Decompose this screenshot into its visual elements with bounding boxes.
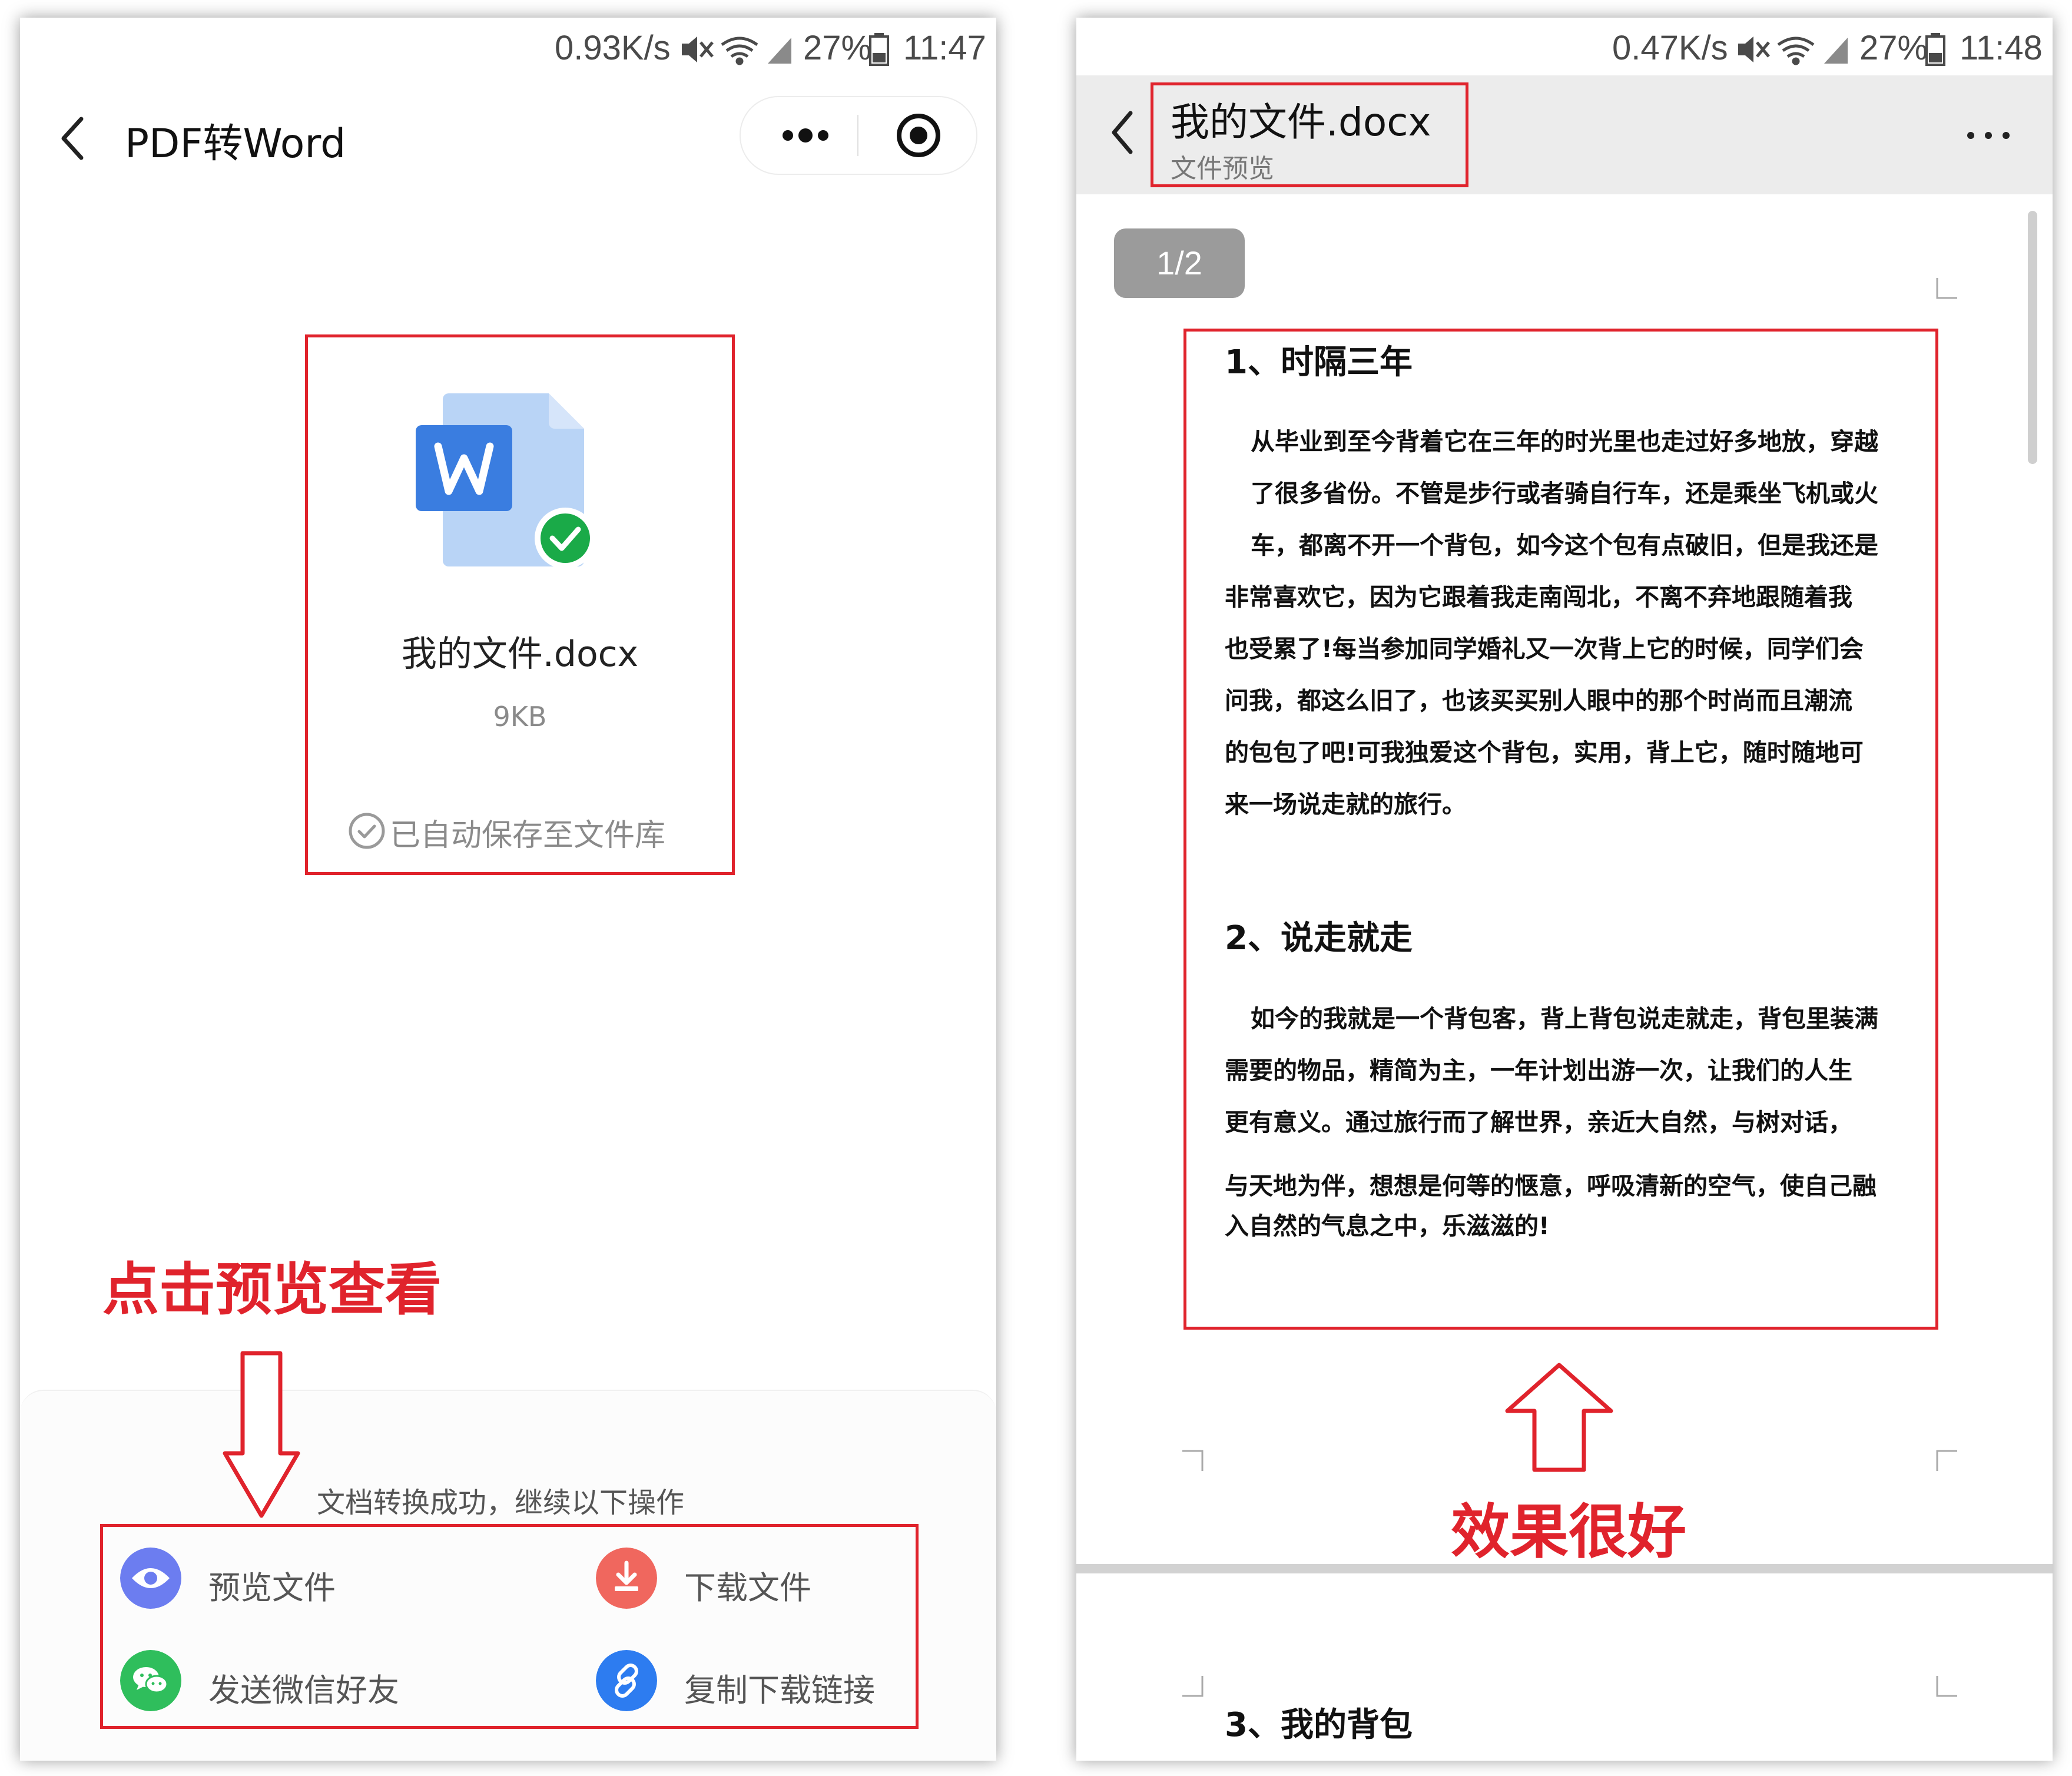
file-name: 我的文件.docx [401, 634, 639, 675]
network-speed: 0.47K/s [1612, 29, 1728, 67]
network-speed: 0.93K/s [555, 29, 671, 67]
page-break [1076, 1564, 2053, 1573]
paragraph-line: 也受累了!每当参加同学婚礼又一次背上它的时候，同学们会 [1225, 635, 1864, 663]
close-target-icon[interactable] [895, 112, 942, 159]
paragraph-line: 入自然的气息之中，乐滋滋的! [1225, 1212, 1550, 1240]
preview-file-label: 预览文件 [208, 1569, 336, 1606]
section-heading: 2、说走就走 [1225, 919, 1413, 957]
more-options-icon[interactable] [1962, 124, 2015, 147]
title-highlight [1151, 82, 1468, 187]
paragraph-line: 的包包了吧!可我独爱这个背包，实用，背上它，随时随地可 [1225, 738, 1864, 767]
clock: 11:48 [1960, 29, 2043, 67]
copy-link-button[interactable]: 复制下载链接 [596, 1650, 902, 1715]
check-badge-icon [535, 508, 596, 569]
download-icon [596, 1548, 657, 1609]
paragraph-line: 了很多省份。不管是步行或者骑自行车，还是乘坐飞机或火 [1251, 479, 1878, 508]
signal-icons [1738, 37, 1848, 65]
back-arrow-icon[interactable] [55, 112, 91, 165]
battery-percent: 27% [803, 29, 872, 67]
scrollbar-thumb[interactable] [2028, 211, 2037, 464]
copy-link-label: 复制下载链接 [684, 1672, 875, 1709]
page-corner-mark [1936, 1450, 1957, 1471]
left-phone-screen: 0.93K/s 27% 11:47 PDF转Word 我的文件.docx 9KB… [20, 18, 996, 1761]
paragraph-line: 车，都离不开一个背包，如今这个包有点破旧，但是我还是 [1251, 531, 1878, 559]
download-file-label: 下载文件 [684, 1569, 811, 1606]
wifi-icon [721, 37, 758, 65]
capsule-divider [857, 115, 858, 156]
paragraph-line: 从毕业到至今背着它在三年的时光里也走过好多地放，穿越 [1251, 428, 1878, 456]
paragraph-line: 来一场说走就的旅行。 [1225, 790, 1466, 819]
send-wechat-button[interactable]: 发送微信好友 [120, 1650, 485, 1715]
paragraph-line: 与天地为伴，想想是何等的惬意，呼吸清新的空气，使自己融 [1225, 1172, 1877, 1200]
signal-icons [682, 37, 791, 65]
mute-icon [1738, 37, 1770, 62]
wifi-icon [1777, 37, 1815, 65]
file-size: 9KB [493, 701, 547, 733]
battery-icon [869, 33, 889, 66]
page-corner-mark [1936, 1676, 1957, 1697]
word-document-icon [416, 393, 596, 569]
section-heading: 3、我的背包 [1225, 1706, 1413, 1744]
section-heading: 1、时隔三年 [1225, 343, 1413, 382]
more-menu-icon[interactable] [776, 115, 835, 156]
link-icon [596, 1650, 657, 1711]
page-corner-mark [1182, 1676, 1204, 1697]
clock: 11:47 [903, 29, 986, 67]
send-wechat-label: 发送微信好友 [208, 1672, 399, 1709]
panel-subtitle: 文档转换成功，继续以下操作 [317, 1486, 685, 1519]
paragraph-line: 问我，都这么旧了，也该买买别人眼中的那个时尚而且潮流 [1225, 687, 1852, 715]
wechat-icon [120, 1650, 181, 1711]
status-bar: 0.47K/s 27% 11:48 [1076, 18, 2053, 75]
paragraph-line: 需要的物品，精简为主，一年计划出游一次，让我们的人生 [1225, 1056, 1852, 1085]
battery-icon [1925, 33, 1945, 66]
saved-check-icon [349, 813, 385, 849]
page-corner-mark [1182, 1450, 1204, 1471]
cell-signal-icon [1824, 38, 1848, 64]
page-title: PDF转Word [125, 121, 346, 167]
back-arrow-icon[interactable] [1106, 106, 1141, 159]
preview-file-button[interactable]: 预览文件 [120, 1548, 485, 1612]
annotation-good-result: 效果很好 [1451, 1497, 1686, 1566]
paragraph-line: 更有意义。通过旅行而了解世界，亲近大自然，与树对话， [1225, 1108, 1852, 1136]
cell-signal-icon [768, 38, 791, 64]
paragraph-line: 如今的我就是一个背包客，背上背包说走就走，背包里装满 [1251, 1005, 1878, 1033]
page-corner-mark [1936, 278, 1957, 299]
battery-percent: 27% [1859, 29, 1928, 67]
page-indicator: 1/2 [1114, 228, 1245, 298]
paragraph-line: 非常喜欢它，因为它跟着我走南闯北，不离不弃地跟随着我 [1225, 583, 1852, 611]
up-arrow-annotation-icon [1505, 1363, 1613, 1472]
eye-icon [120, 1548, 181, 1609]
saved-note: 已自动保存至文件库 [390, 818, 666, 853]
mute-icon [682, 37, 714, 62]
down-arrow-annotation-icon [223, 1351, 300, 1518]
download-file-button[interactable]: 下载文件 [596, 1548, 902, 1612]
annotation-click-preview: 点击预览查看 [102, 1257, 442, 1323]
mini-program-capsule [740, 96, 977, 175]
right-phone-screen: 0.47K/s 27% 11:48 我的文件.docx 文件预览 1/2 1、时… [1076, 18, 2053, 1761]
status-bar: 0.93K/s 27% 11:47 [20, 18, 996, 82]
